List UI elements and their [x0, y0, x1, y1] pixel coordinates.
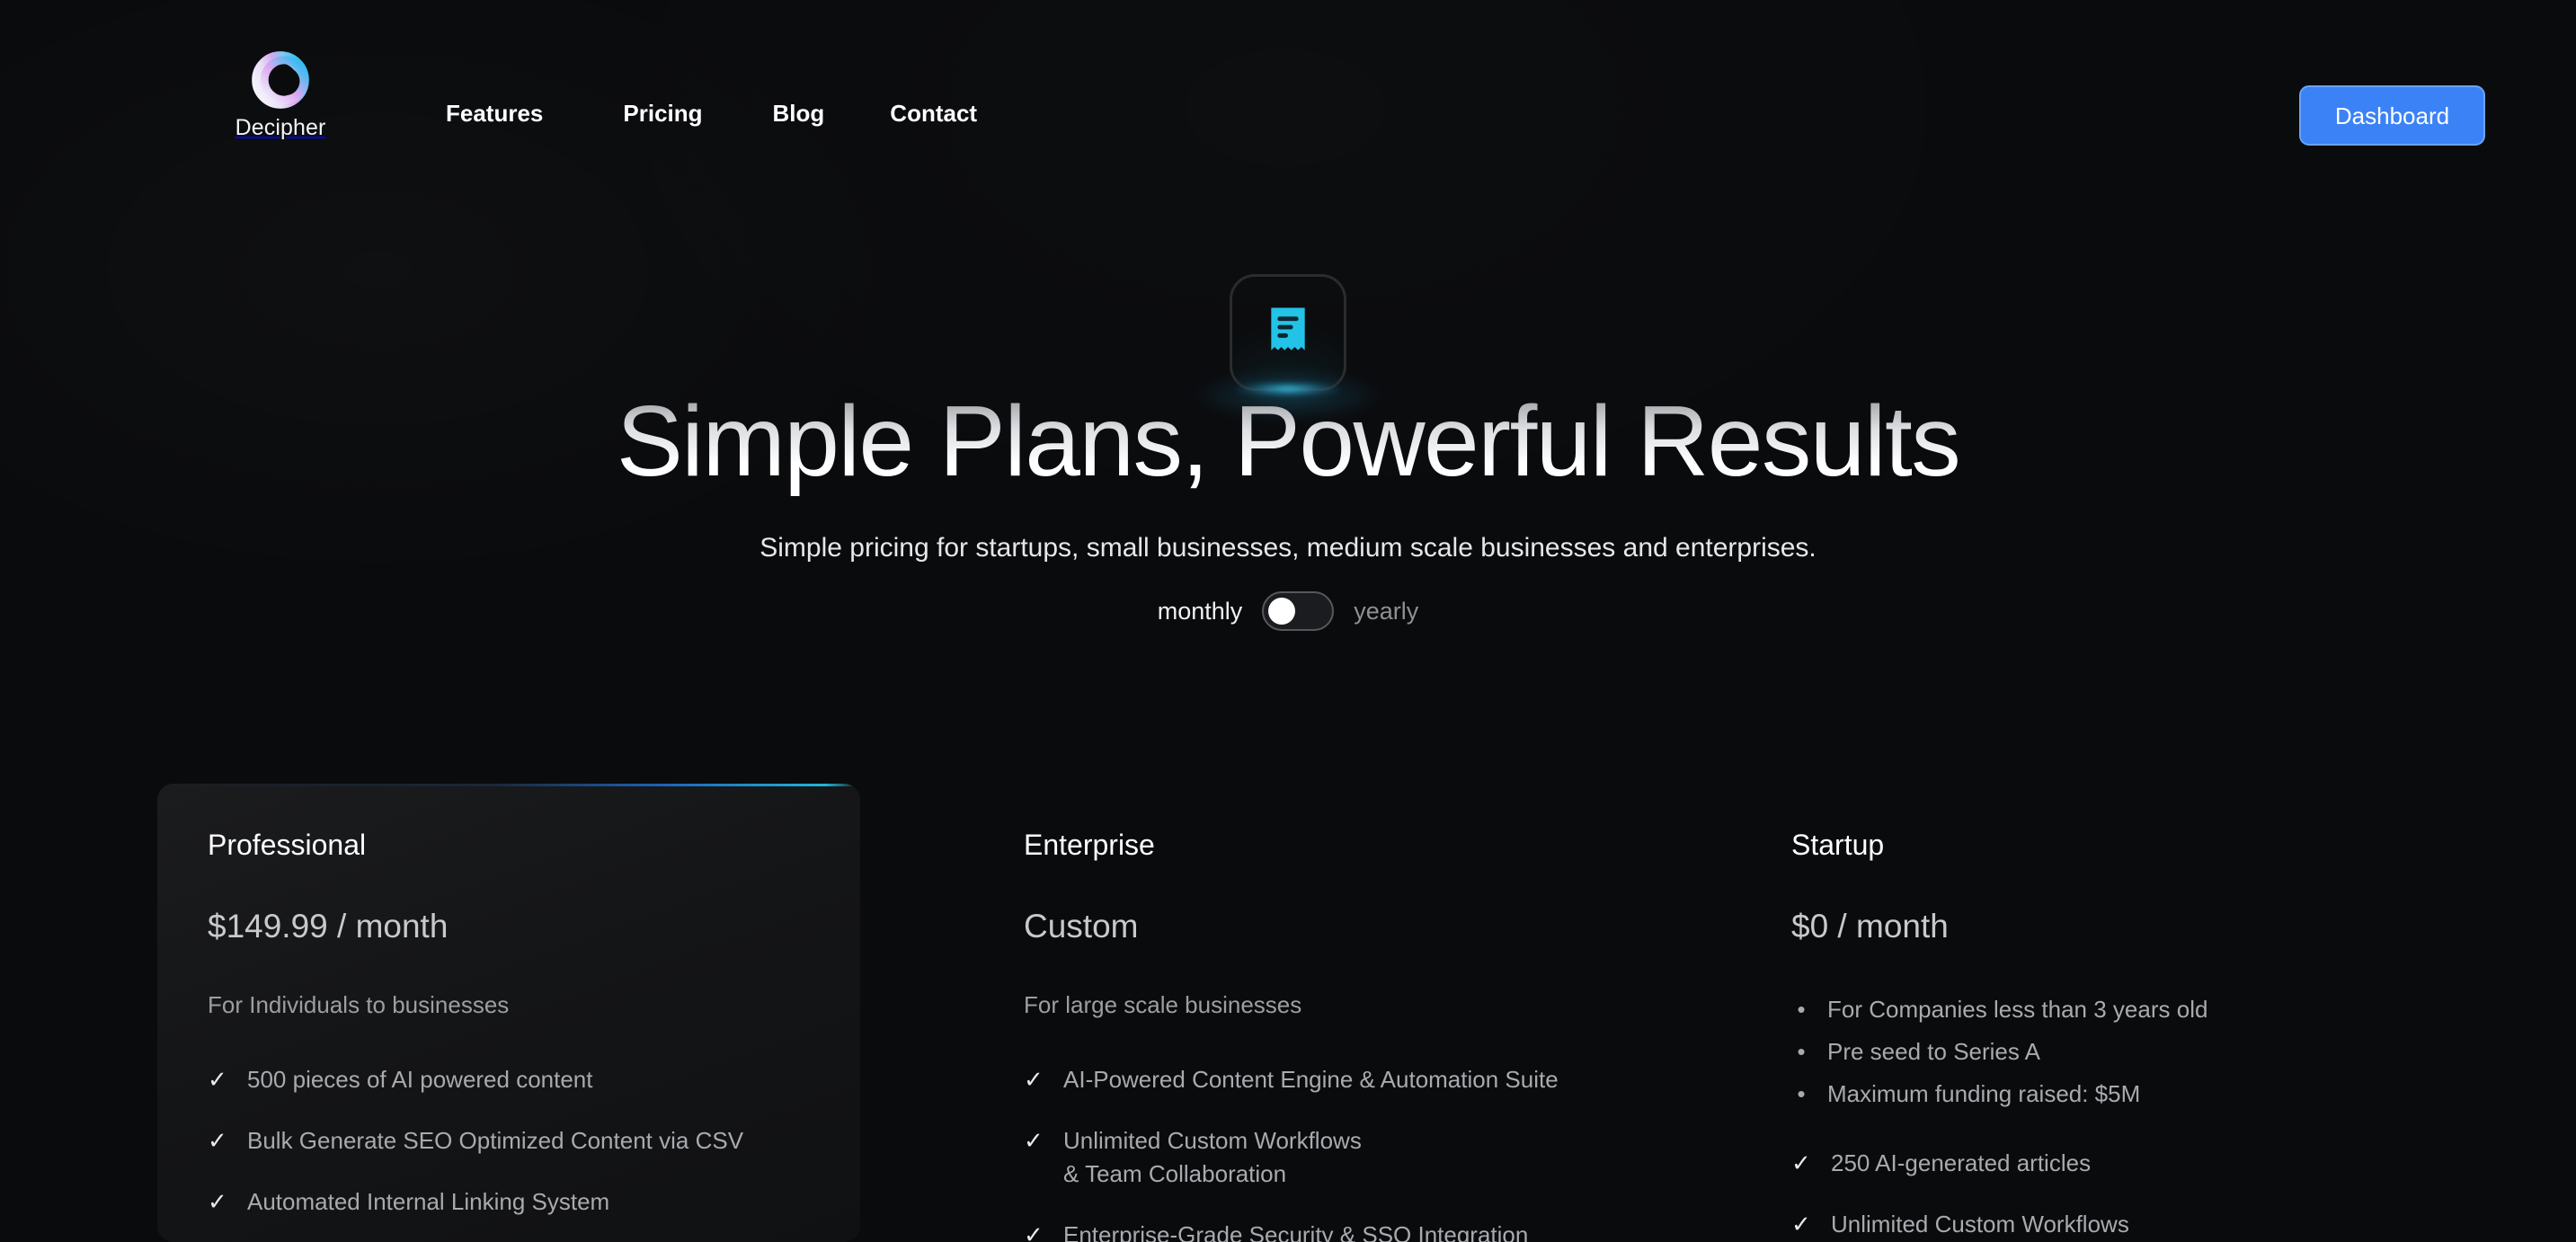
plan-name: Professional — [208, 829, 367, 861]
plan-name: Startup — [1791, 829, 1885, 861]
plan-feature-label: Automated Internal Linking System — [247, 1187, 610, 1215]
billing-period-toggle-row: monthly yearly — [0, 591, 2576, 631]
plan-feature-list: ✓ 500 pieces of AI powered content ✓ Bul… — [208, 1063, 810, 1242]
plan-eligibility-item: • Pre seed to Series A — [1791, 1035, 2464, 1069]
brand-name: Decipher — [235, 115, 326, 140]
plan-eligibility-item: • Maximum funding raised: $5M — [1791, 1078, 2464, 1111]
nav-links: Features Pricing Blog Contact — [446, 102, 977, 125]
plan-feature-item: ✓ Enterprise-Grade Security & SSO Integr… — [1024, 1219, 1696, 1242]
plan-eligibility-label: Maximum funding raised: $5M — [1827, 1079, 2141, 1107]
check-icon: ✓ — [1024, 1066, 1044, 1093]
plan-feature-label: Bulk Generate SEO Optimized Content via … — [247, 1126, 744, 1154]
bullet-dot-icon: • — [1797, 996, 1806, 1023]
plan-feature-list: ✓ AI-Powered Content Engine & Automation… — [1024, 1063, 1696, 1242]
dashboard-button[interactable]: Dashboard — [2299, 85, 2485, 146]
plan-feature-label: 500 pieces of AI powered content — [247, 1066, 593, 1093]
plan-feature-item: ✓ AI-Powered Content Engine & Automation… — [1024, 1063, 1696, 1096]
plan-price: $149.99 / month — [208, 908, 449, 945]
plan-description: For Individuals to businesses — [208, 991, 510, 1018]
billing-label-monthly[interactable]: monthly — [1158, 599, 1243, 624]
billing-label-yearly[interactable]: yearly — [1354, 599, 1418, 624]
top-navigation-bar: Decipher Features Pricing Blog Contact D… — [0, 0, 2576, 160]
plan-feature-label: Unlimited Custom Workflows & Team Collab… — [1831, 1210, 2129, 1238]
pricing-card-startup[interactable]: Startup $0 / month • For Companies less … — [1741, 784, 2514, 1242]
bullet-dot-icon: • — [1797, 1037, 1806, 1065]
pricing-card-enterprise[interactable]: Enterprise Custom For large scale busine… — [973, 784, 1746, 1242]
plan-feature-item: ✓ Unlimited Custom Workflows & Team Coll… — [1024, 1124, 1696, 1191]
brand-logo-link[interactable]: Decipher — [223, 47, 338, 141]
plan-eligibility-label: For Companies less than 3 years old — [1827, 996, 2208, 1023]
plan-feature-label: Enterprise-Grade Security & SSO Integrat… — [1063, 1220, 1529, 1242]
plan-price: Custom — [1024, 908, 1139, 945]
receipt-icon — [1271, 307, 1305, 350]
plan-description: For large scale businesses — [1024, 991, 1302, 1018]
plan-feature-label: 250 AI-generated articles — [1831, 1149, 2092, 1176]
check-icon: ✓ — [1791, 1149, 1811, 1176]
plan-feature-list: ✓ 250 AI-generated articles ✓ Unlimited … — [1791, 1147, 2464, 1242]
plan-feature-item: ✓ 500 pieces of AI powered content — [208, 1063, 810, 1096]
plan-eligibility-item: • For Companies less than 3 years old — [1791, 993, 2464, 1026]
page-title: Simple Plans, Powerful Results — [0, 387, 2576, 496]
check-icon: ✓ — [1024, 1220, 1044, 1242]
pricing-card-professional[interactable]: Professional $149.99 / month For Individ… — [157, 784, 860, 1242]
plan-feature-item: ✓ Automated Internal Linking System — [208, 1185, 810, 1219]
nav-link-contact[interactable]: Contact — [890, 102, 977, 125]
decipher-ring-logo-icon — [252, 51, 309, 109]
nav-link-pricing[interactable]: Pricing — [623, 102, 702, 125]
plan-eligibility-list: • For Companies less than 3 years old • … — [1791, 993, 2464, 1111]
plan-name: Enterprise — [1024, 829, 1155, 861]
check-icon: ✓ — [208, 1066, 227, 1093]
billing-toggle-knob — [1268, 598, 1296, 625]
check-icon: ✓ — [1024, 1126, 1044, 1154]
bullet-dot-icon: • — [1797, 1079, 1806, 1107]
nav-link-features[interactable]: Features — [446, 102, 543, 125]
plan-feature-label: Unlimited Custom Workflows & Team Collab… — [1063, 1126, 1362, 1187]
page-subtitle: Simple pricing for startups, small busin… — [759, 533, 1817, 563]
nav-link-blog[interactable]: Blog — [773, 102, 825, 125]
plan-price: $0 / month — [1791, 908, 1949, 945]
plan-feature-item: ✓ Bulk Generate SEO Optimized Content vi… — [208, 1124, 810, 1158]
check-icon: ✓ — [208, 1126, 227, 1154]
hero-badge — [1230, 274, 1346, 391]
plan-eligibility-label: Pre seed to Series A — [1827, 1037, 2041, 1065]
plan-feature-label: AI-Powered Content Engine & Automation S… — [1063, 1066, 1559, 1093]
billing-toggle-switch[interactable] — [1262, 591, 1335, 631]
check-icon: ✓ — [1791, 1210, 1811, 1238]
check-icon: ✓ — [208, 1187, 227, 1215]
plan-feature-item: ✓ Unlimited Custom Workflows & Team Coll… — [1791, 1208, 2464, 1242]
card-accent-line — [157, 784, 860, 786]
plan-feature-item: ✓ 250 AI-generated articles — [1791, 1147, 2464, 1180]
